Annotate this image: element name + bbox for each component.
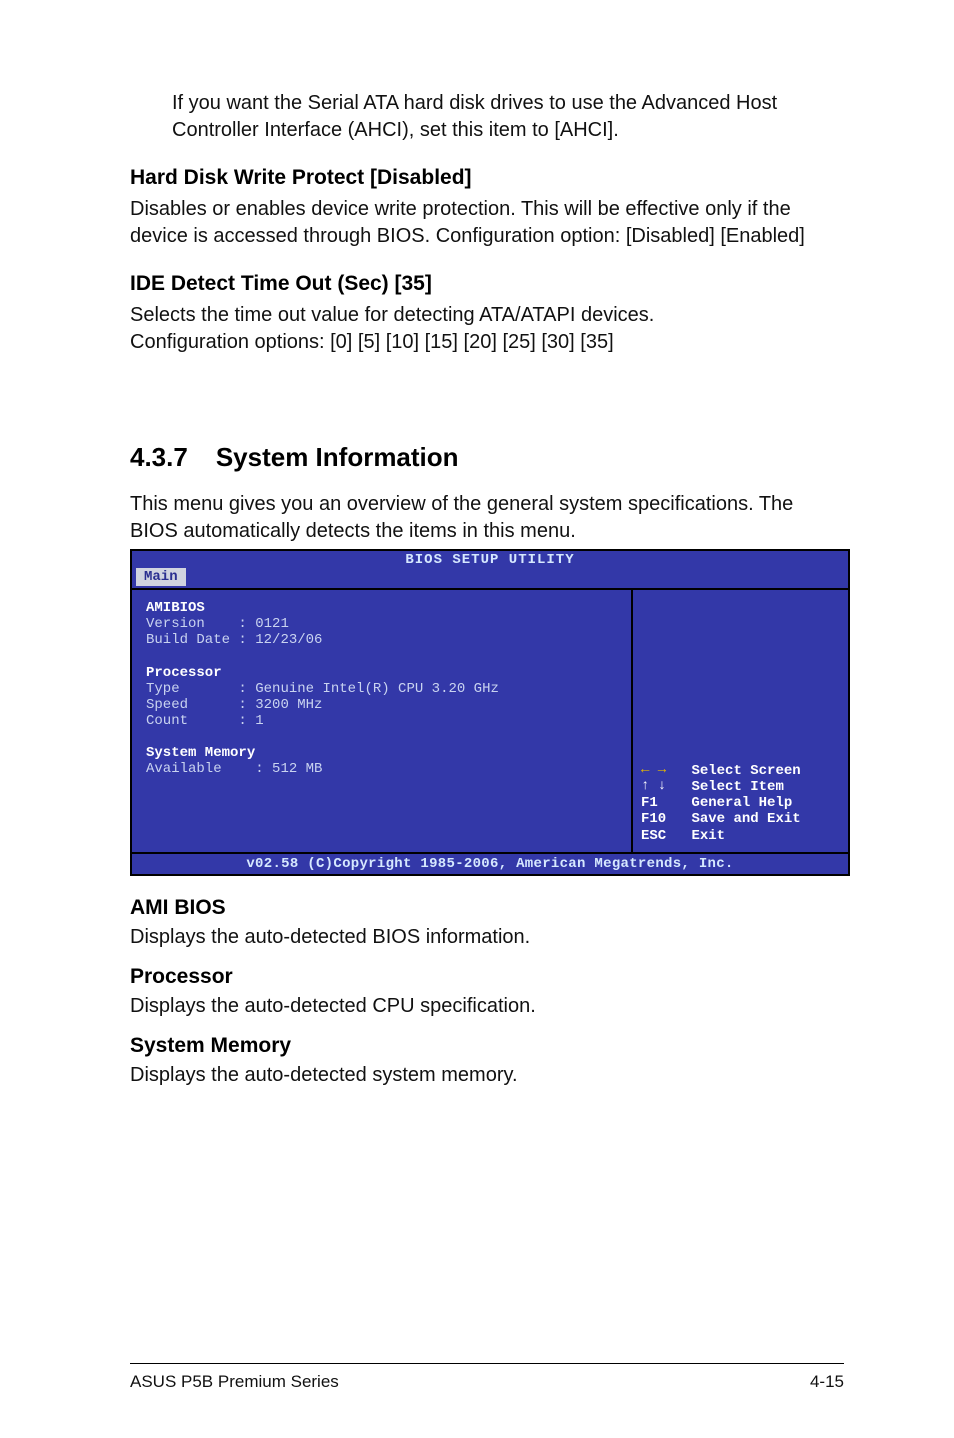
ami-bios-body: Displays the auto-detected BIOS informat… [130, 924, 844, 951]
heading-ide-detect-time-out: IDE Detect Time Out (Sec) [35] [130, 272, 844, 296]
help-select-item: Select Item [691, 779, 783, 795]
bios-right-pane: ← → Select Screen ↑ ↓ Select Item F1 Gen… [633, 590, 848, 851]
help-f1-key: F1 [641, 795, 658, 811]
ide-detect-line2: Configuration options: [0] [5] [10] [15]… [130, 329, 844, 356]
heading-ami-bios: AMI BIOS [130, 896, 844, 920]
bios-tab-main[interactable]: Main [136, 568, 186, 586]
bios-processor-heading: Processor [146, 665, 222, 681]
section-heading: 4.3.7 System Information [130, 442, 844, 473]
bios-version-value: 0121 [255, 616, 289, 632]
bios-left-pane: AMIBIOS Version : 0121 Build Date : 12/2… [132, 590, 633, 851]
bios-type-label: Type [146, 681, 180, 697]
page-footer: ASUS P5B Premium Series 4-15 [130, 1363, 844, 1392]
arrow-left-right-icon: ← → [641, 762, 666, 778]
bios-count-value: 1 [255, 713, 263, 729]
bios-speed-label: Speed [146, 697, 188, 713]
help-save-exit: Save and Exit [691, 811, 800, 827]
bios-available-label: Available [146, 761, 222, 777]
bios-speed-value: 3200 MHz [255, 697, 322, 713]
heading-processor: Processor [130, 965, 844, 989]
footer-left: ASUS P5B Premium Series [130, 1372, 339, 1392]
footer-right: 4-15 [810, 1372, 844, 1392]
bios-build-date-label: Build Date [146, 632, 230, 648]
bios-amibios-heading: AMIBIOS [146, 600, 205, 616]
bios-main-area: AMIBIOS Version : 0121 Build Date : 12/2… [132, 588, 848, 851]
help-select-screen: Select Screen [691, 762, 800, 778]
bios-count-label: Count [146, 713, 188, 729]
bios-build-date-value: 12/23/06 [255, 632, 322, 648]
bios-setup-utility-box: BIOS SETUP UTILITY Main AMIBIOS Version … [130, 549, 850, 876]
ide-detect-line1: Selects the time out value for detecting… [130, 302, 844, 329]
help-general-help: General Help [691, 795, 792, 811]
heading-hard-disk-write-protect: Hard Disk Write Protect [Disabled] [130, 166, 844, 190]
help-exit: Exit [691, 828, 725, 844]
bios-available-value: 512 MB [272, 761, 322, 777]
help-esc-key: ESC [641, 828, 666, 844]
bios-title-bar: BIOS SETUP UTILITY [132, 551, 848, 568]
intro-paragraph: If you want the Serial ATA hard disk dri… [130, 90, 844, 144]
processor-body: Displays the auto-detected CPU specifica… [130, 993, 844, 1020]
help-f10-key: F10 [641, 811, 666, 827]
section-body: This menu gives you an overview of the g… [130, 491, 844, 545]
system-memory-body: Displays the auto-detected system memory… [130, 1062, 844, 1089]
bios-version-label: Version [146, 616, 205, 632]
bios-type-value: Genuine Intel(R) CPU 3.20 GHz [255, 681, 499, 697]
section-number: 4.3.7 [130, 442, 188, 473]
bios-footer: v02.58 (C)Copyright 1985-2006, American … [132, 852, 848, 874]
section-title: System Information [216, 442, 459, 472]
bios-system-memory-heading: System Memory [146, 745, 255, 761]
hard-disk-body: Disables or enables device write protect… [130, 196, 844, 250]
bios-help-block: ← → Select Screen ↑ ↓ Select Item F1 Gen… [641, 762, 840, 844]
arrow-up-down-icon: ↑ ↓ [641, 778, 666, 794]
heading-system-memory: System Memory [130, 1034, 844, 1058]
bios-tab-row: Main [132, 568, 848, 588]
